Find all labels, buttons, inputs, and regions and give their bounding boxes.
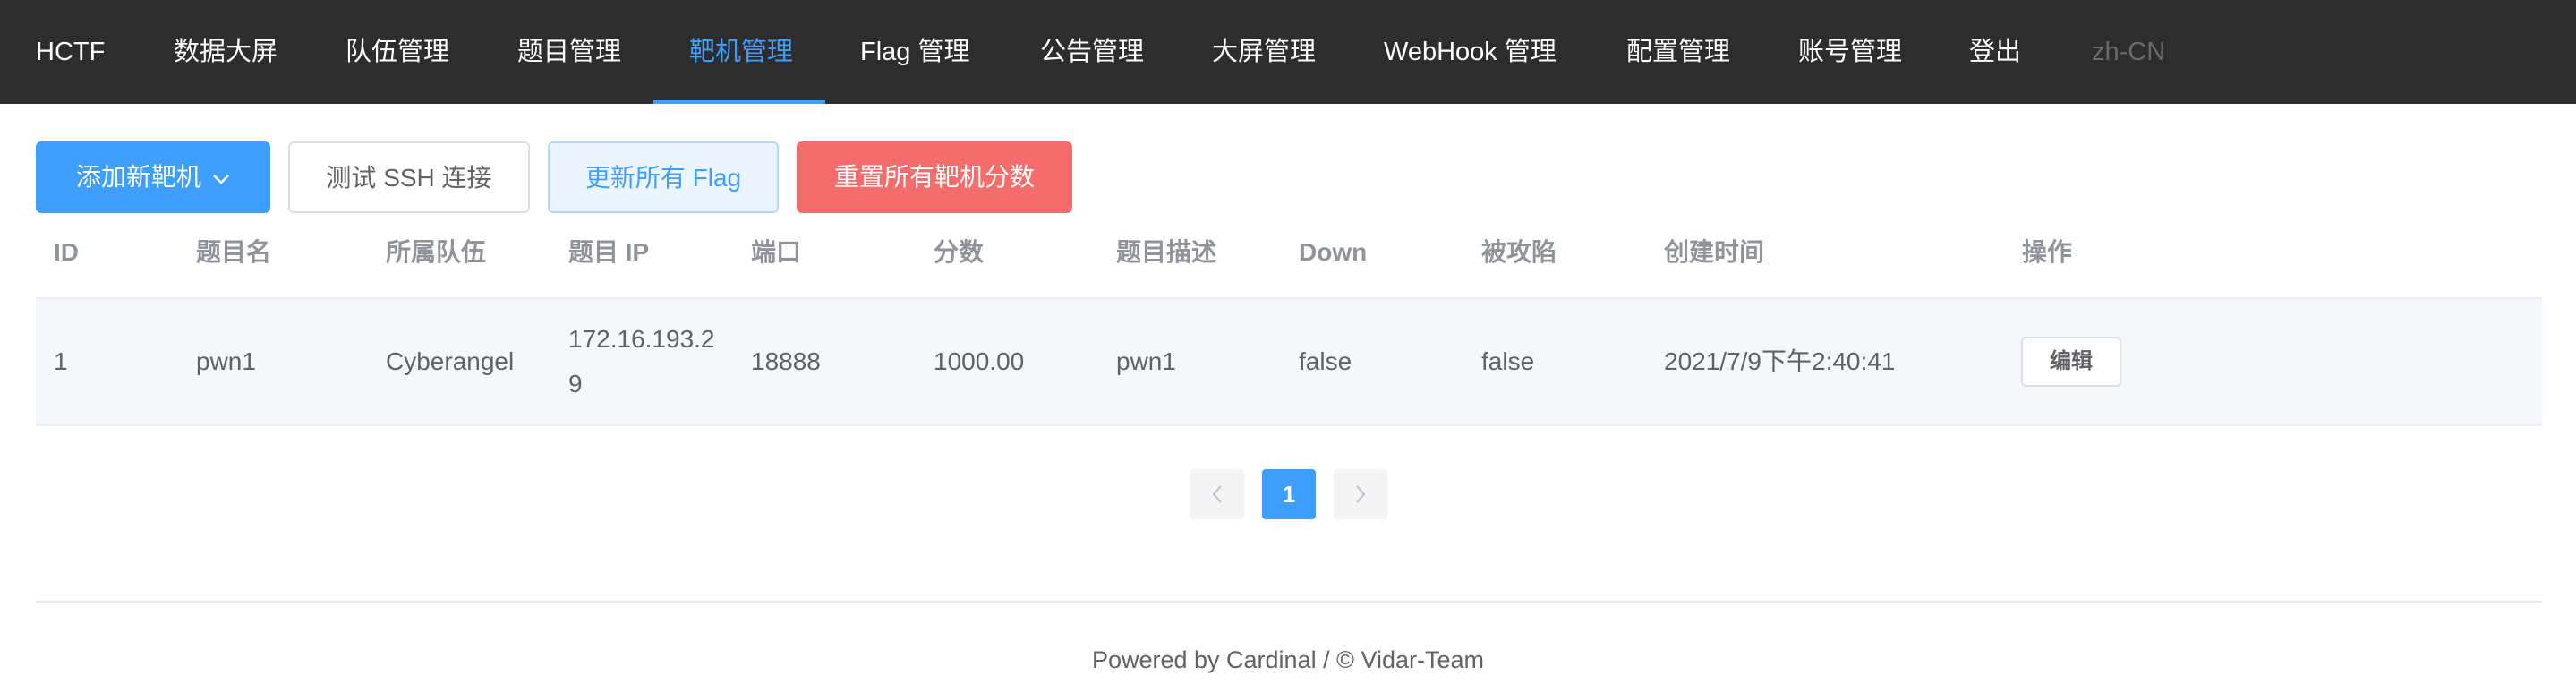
column-header-port: 端口 (751, 238, 802, 266)
column-header-attacked: 被攻陷 (1481, 238, 1557, 266)
column-header-created: 创建时间 (1664, 238, 1765, 266)
cell-ip: 172.16.193.29 (568, 325, 715, 398)
nav-item-gameboxes[interactable]: 靶机管理 (689, 0, 793, 104)
pagination-prev-button[interactable] (1190, 469, 1244, 519)
chevron-right-icon (1353, 481, 1368, 508)
column-header-actions: 操作 (2022, 238, 2073, 266)
cell-team: Cyberangel (386, 347, 515, 375)
nav-item-flags[interactable]: Flag 管理 (860, 0, 969, 104)
nav-item-teams[interactable]: 队伍管理 (345, 0, 449, 104)
pagination-page-1[interactable]: 1 (1262, 469, 1316, 519)
cell-name: pwn1 (196, 347, 256, 375)
top-navbar: HCTF 数据大屏 队伍管理 题目管理 靶机管理 Flag 管理 公告管理 大屏… (0, 0, 2576, 104)
refresh-all-flags-button[interactable]: 更新所有 Flag (548, 141, 779, 213)
column-header-down: Down (1299, 238, 1368, 266)
chevron-left-icon (1210, 481, 1224, 508)
language-switcher[interactable]: zh-CN (2092, 0, 2165, 104)
cell-score: 1000.00 (934, 347, 1025, 375)
nav-item-config[interactable]: 配置管理 (1626, 0, 1730, 104)
column-header-name: 题目名 (196, 238, 272, 266)
footer-credits: Powered by Cardinal / © Vidar-Team (1091, 646, 1485, 673)
nav-item-webhook[interactable]: WebHook 管理 (1384, 0, 1557, 104)
nav-item-logout[interactable]: 登出 (1969, 0, 2021, 104)
nav-brand[interactable]: HCTF (36, 0, 105, 104)
add-gamebox-dropdown-button[interactable]: 添加新靶机 (36, 141, 270, 213)
cell-down: false (1299, 347, 1352, 375)
add-gamebox-label: 添加新靶机 (75, 163, 201, 191)
cell-id: 1 (54, 347, 68, 375)
nav-item-bulletins[interactable]: 公告管理 (1040, 0, 1144, 104)
cell-description: pwn1 (1116, 347, 1176, 375)
pagination-next-button[interactable] (1334, 469, 1387, 519)
nav-item-accounts[interactable]: 账号管理 (1798, 0, 1902, 104)
test-ssh-button[interactable]: 测试 SSH 连接 (288, 141, 530, 213)
edit-button[interactable]: 编辑 (2021, 337, 2121, 387)
nav-item-challenges[interactable]: 题目管理 (517, 0, 621, 104)
column-header-team: 所属队伍 (386, 238, 487, 266)
column-header-description: 题目描述 (1116, 238, 1217, 266)
nav-active-indicator (653, 100, 825, 104)
nav-item-screen[interactable]: 大屏管理 (1212, 0, 1316, 104)
chevron-down-icon (212, 141, 230, 211)
footer-divider (36, 601, 2542, 603)
cell-attacked: false (1481, 347, 1535, 375)
cell-created: 2021/7/9下午2:40:41 (1664, 347, 1896, 375)
column-header-id: ID (54, 238, 79, 266)
column-header-score: 分数 (934, 238, 985, 266)
cell-port: 18888 (751, 347, 821, 375)
table-row-divider (36, 424, 2542, 426)
nav-item-dashboard[interactable]: 数据大屏 (174, 0, 277, 104)
reset-all-scores-button[interactable]: 重置所有靶机分数 (797, 141, 1072, 213)
column-header-ip: 题目 IP (568, 238, 650, 266)
